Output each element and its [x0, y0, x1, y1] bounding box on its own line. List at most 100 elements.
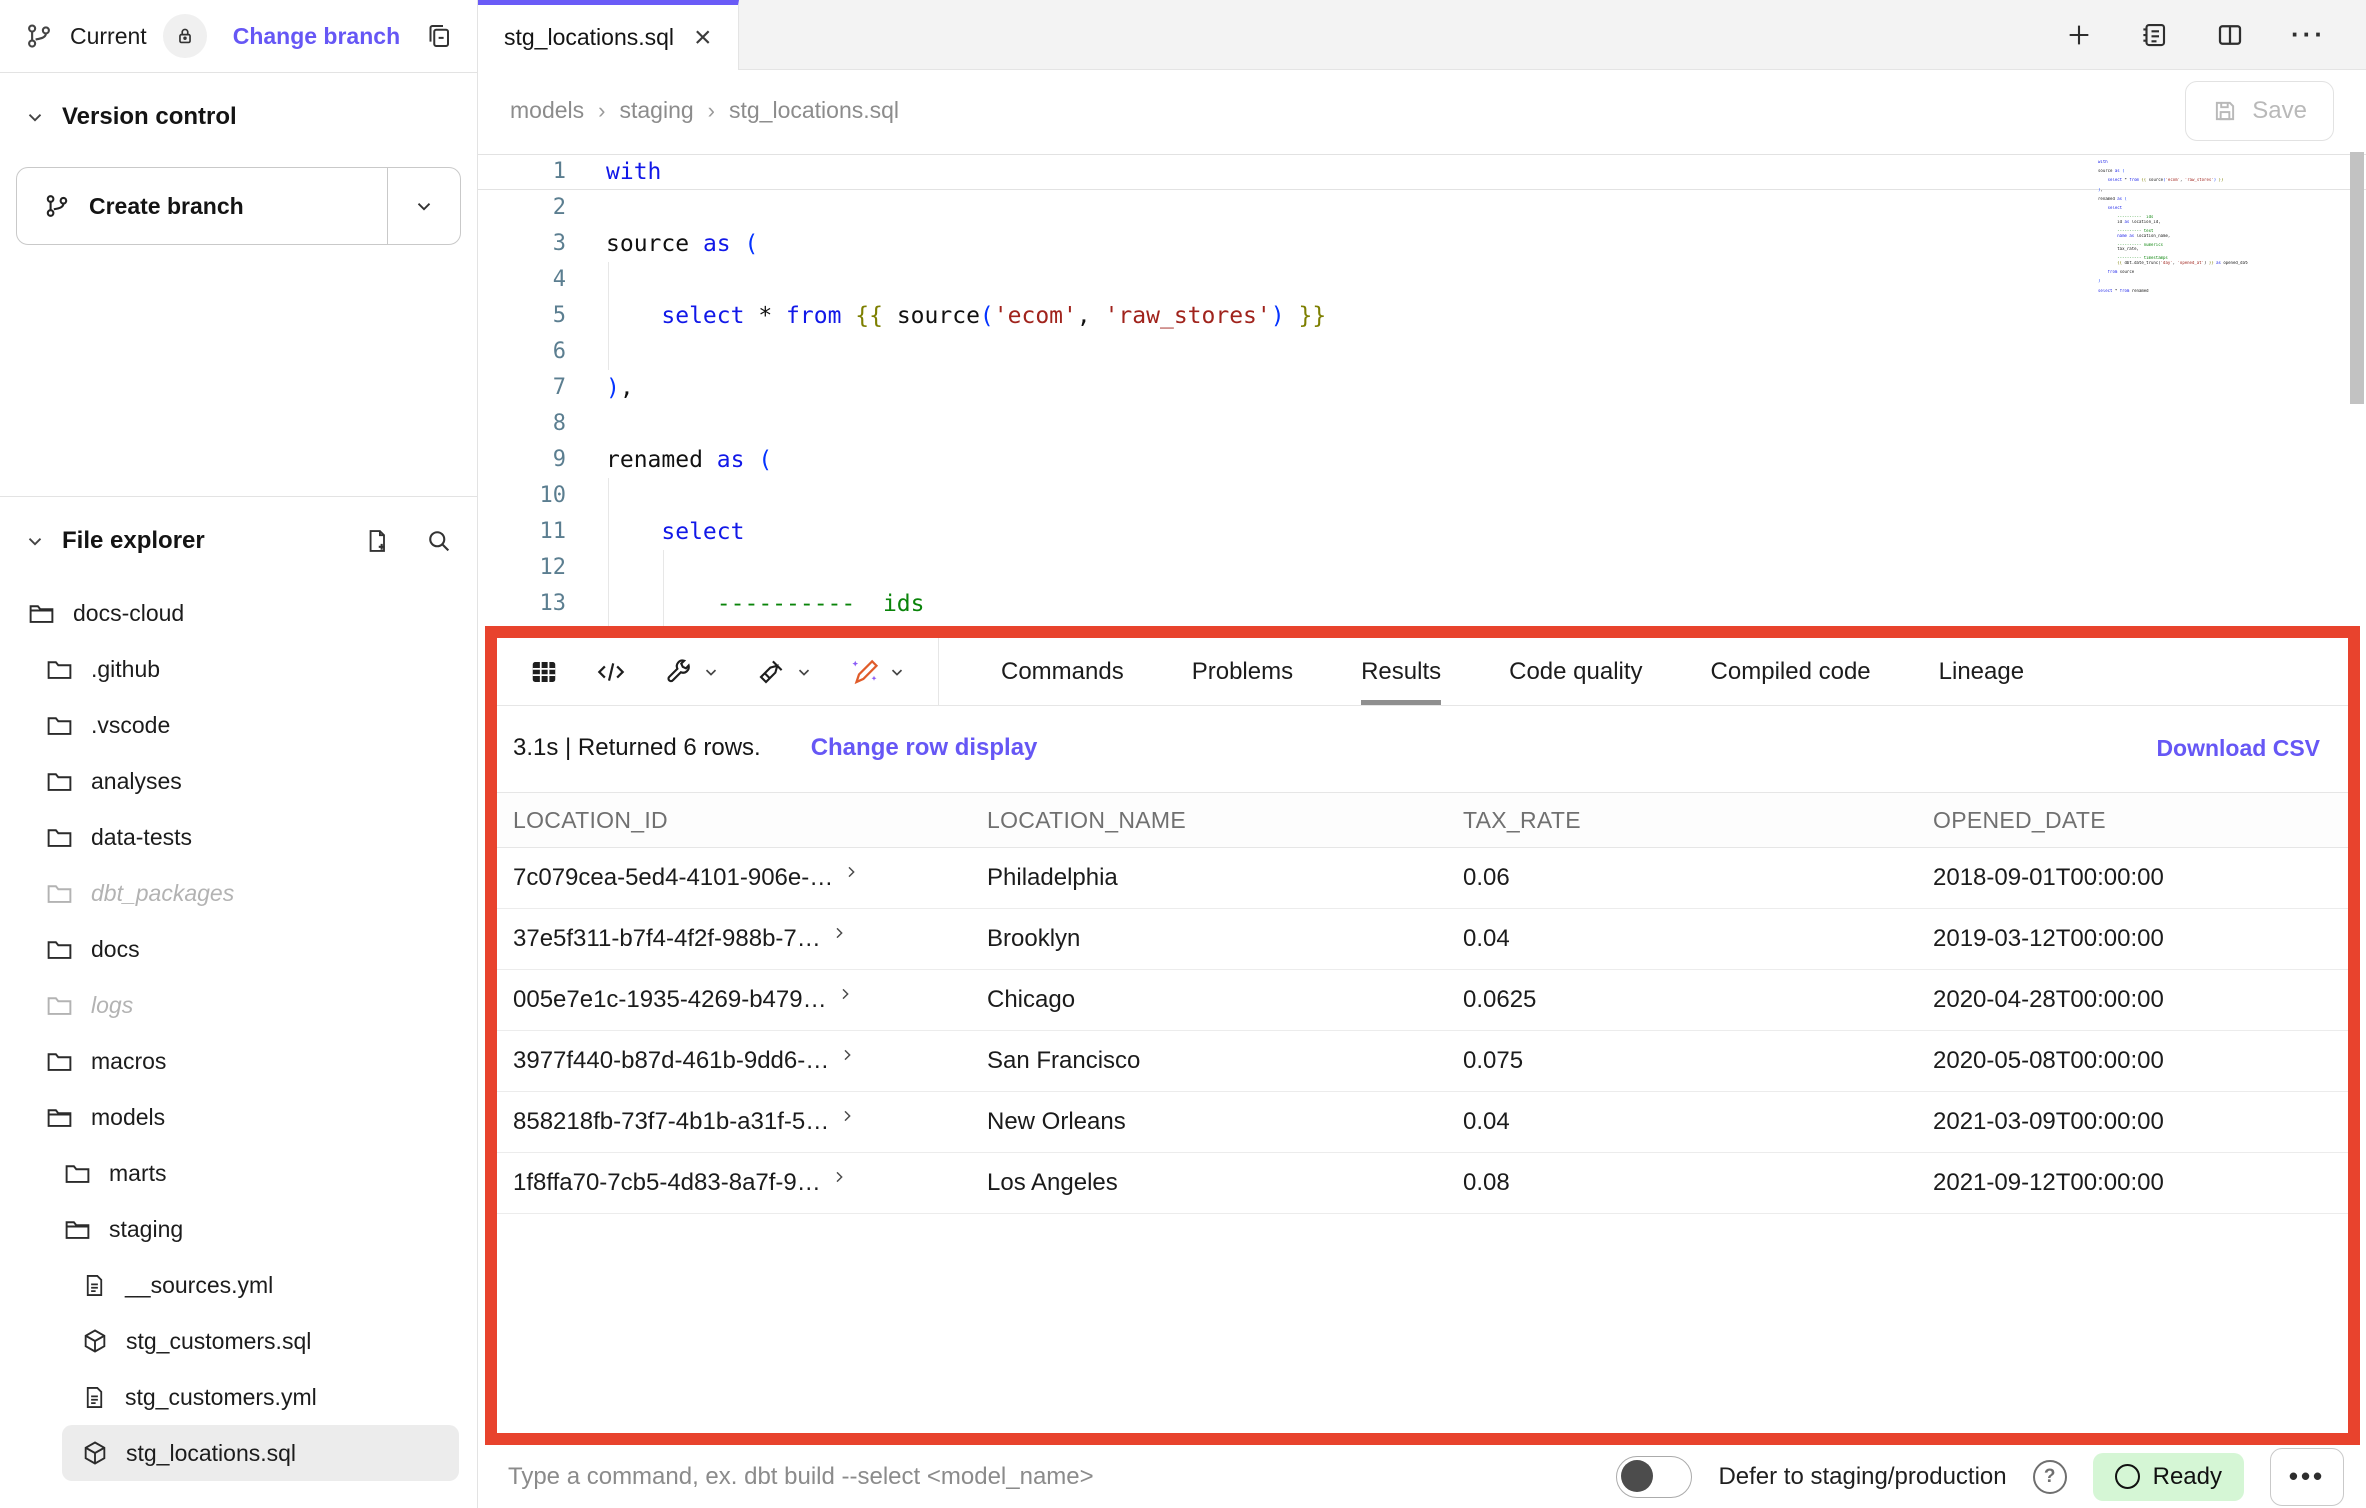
model-icon: [81, 1327, 109, 1355]
panel-tab-code-quality[interactable]: Code quality: [1509, 638, 1642, 705]
expand-cell-icon[interactable]: [837, 986, 853, 1002]
panel-tab-lineage[interactable]: Lineage: [1939, 638, 2024, 705]
split-editor-icon[interactable]: [2215, 20, 2245, 50]
save-button[interactable]: Save: [2185, 81, 2334, 141]
folder-open-icon: [27, 599, 56, 628]
line-number: 9: [478, 442, 606, 478]
cell-location-id: 1f8ffa70-7cb5-4d83-8a7f-9…: [513, 1169, 987, 1197]
help-icon[interactable]: ?: [2033, 1460, 2067, 1494]
new-tab-icon[interactable]: [2065, 21, 2093, 49]
close-icon[interactable]: ×: [694, 23, 712, 53]
file-tree-item-label: macros: [91, 1048, 166, 1075]
version-control-header[interactable]: Version control: [0, 73, 477, 131]
code-line-10[interactable]: 10: [478, 478, 2366, 514]
code-line-6[interactable]: 6: [478, 334, 2366, 370]
build-tools-dropdown[interactable]: [663, 657, 720, 687]
cell-tax-rate: 0.0625: [1463, 986, 1933, 1014]
column-header-opened_date: OPENED_DATE: [1933, 807, 2348, 834]
file-tree-item-.vscode[interactable]: .vscode: [0, 697, 477, 753]
chevron-down-icon: [413, 195, 435, 217]
new-file-icon[interactable]: [363, 527, 391, 555]
copy-files-icon[interactable]: [423, 21, 453, 51]
file-tree-item-marts[interactable]: marts: [0, 1145, 477, 1201]
cell-opened-date: 2019-03-12T00:00:00: [1933, 925, 2348, 953]
table-row[interactable]: 3977f440-b87d-461b-9dd6-…San Francisco0.…: [497, 1031, 2348, 1092]
expand-cell-icon[interactable]: [839, 1047, 855, 1063]
expand-cell-icon[interactable]: [839, 1108, 855, 1124]
create-branch-main[interactable]: Create branch: [17, 168, 387, 244]
file-tree-item-__sources.yml[interactable]: __sources.yml: [0, 1257, 477, 1313]
code-line-5[interactable]: 5 select * from {{ source('ecom', 'raw_s…: [478, 298, 2366, 334]
file-tree-item-docs-cloud[interactable]: docs-cloud: [0, 585, 477, 641]
file-tree-item-docs[interactable]: docs: [0, 921, 477, 977]
expand-cell-icon[interactable]: [831, 1169, 847, 1185]
file-tree-item-data-tests[interactable]: data-tests: [0, 809, 477, 865]
column-header-location_id: LOCATION_ID: [513, 807, 987, 834]
code-line-3[interactable]: 3source as (: [478, 226, 2366, 262]
panel-tab-commands[interactable]: Commands: [1001, 638, 1124, 705]
file-tree-item-.github[interactable]: .github: [0, 641, 477, 697]
ellipsis-icon: •••: [2289, 1461, 2325, 1492]
code-line-7[interactable]: 7),: [478, 370, 2366, 406]
chevron-down-icon[interactable]: [24, 530, 46, 552]
column-header-tax_rate: TAX_RATE: [1463, 807, 1933, 834]
more-options-icon[interactable]: ···: [2291, 19, 2326, 50]
format-dropdown[interactable]: [756, 657, 813, 687]
command-input[interactable]: [506, 1462, 1616, 1492]
changelog-icon[interactable]: [2139, 20, 2169, 50]
expand-cell-icon[interactable]: [843, 864, 859, 880]
line-content: source as (: [606, 226, 758, 262]
cell-location-id: 3977f440-b87d-461b-9dd6-…: [513, 1047, 987, 1075]
command-bar-more-button[interactable]: •••: [2270, 1448, 2344, 1506]
create-branch-dropdown[interactable]: [388, 168, 460, 244]
download-csv-link[interactable]: Download CSV: [2156, 735, 2320, 762]
file-tree-item-macros[interactable]: macros: [0, 1033, 477, 1089]
file-tree-item-dbt_packages[interactable]: dbt_packages: [0, 865, 477, 921]
code-line-13[interactable]: 13 ---------- ids: [478, 586, 2366, 622]
change-row-display-link[interactable]: Change row display: [811, 734, 1038, 762]
file-tree-item-analyses[interactable]: analyses: [0, 753, 477, 809]
editor-minimap[interactable]: withsource as ( select * from {{ source(…: [2098, 160, 2248, 293]
cell-location-name: Brooklyn: [987, 925, 1463, 953]
scrollbar-thumb[interactable]: [2350, 152, 2364, 404]
file-tree-item-stg_customers.yml[interactable]: stg_customers.yml: [0, 1369, 477, 1425]
panel-tab-results[interactable]: Results: [1361, 638, 1441, 705]
code-view-icon[interactable]: [595, 657, 627, 687]
file-tree-item-label: analyses: [91, 768, 182, 795]
expand-cell-icon[interactable]: [831, 925, 847, 941]
file-tree-item-staging[interactable]: staging: [0, 1201, 477, 1257]
code-line-12[interactable]: 12: [478, 550, 2366, 586]
search-icon[interactable]: [425, 527, 453, 555]
ai-assist-dropdown[interactable]: [849, 657, 906, 687]
code-line-9[interactable]: 9renamed as (: [478, 442, 2366, 478]
change-branch-link[interactable]: Change branch: [233, 23, 400, 50]
defer-toggle[interactable]: [1616, 1456, 1692, 1498]
code-line-8[interactable]: 8: [478, 406, 2366, 442]
line-number: 13: [478, 586, 606, 622]
table-row[interactable]: 1f8ffa70-7cb5-4d83-8a7f-9…Los Angeles0.0…: [497, 1153, 2348, 1214]
table-row[interactable]: 858218fb-73f7-4b1b-a31f-5…New Orleans0.0…: [497, 1092, 2348, 1153]
folder-icon: [45, 767, 74, 796]
results-table-header: LOCATION_IDLOCATION_NAMETAX_RATEOPENED_D…: [497, 792, 2348, 848]
table-row[interactable]: 005e7e1c-1935-4269-b479…Chicago0.0625202…: [497, 970, 2348, 1031]
folder-icon: [45, 1047, 74, 1076]
code-line-1[interactable]: 1with: [478, 154, 2366, 190]
results-info-row: 3.1s | Returned 6 rows. Change row displ…: [497, 706, 2348, 792]
code-line-11[interactable]: 11 select: [478, 514, 2366, 550]
ide-status-label: Ready: [2153, 1463, 2222, 1491]
table-row[interactable]: 37e5f311-b7f4-4f2f-988b-7…Brooklyn0.0420…: [497, 909, 2348, 970]
table-row[interactable]: 7c079cea-5ed4-4101-906e-…Philadelphia0.0…: [497, 848, 2348, 909]
file-tree-item-logs[interactable]: logs: [0, 977, 477, 1033]
code-line-2[interactable]: 2: [478, 190, 2366, 226]
file-tree-item-models[interactable]: models: [0, 1089, 477, 1145]
panel-tab-problems[interactable]: Problems: [1192, 638, 1293, 705]
tab-stg-locations-sql[interactable]: stg_locations.sql ×: [478, 0, 739, 70]
file-tree-item-stg_customers.sql[interactable]: stg_customers.sql: [0, 1313, 477, 1369]
table-view-icon[interactable]: [529, 657, 559, 687]
create-branch-button[interactable]: Create branch: [16, 167, 461, 245]
panel-tab-compiled-code[interactable]: Compiled code: [1711, 638, 1871, 705]
ide-status-badge[interactable]: Ready: [2093, 1453, 2244, 1501]
cell-opened-date: 2018-09-01T00:00:00: [1933, 864, 2348, 892]
file-tree-item-stg_locations.sql[interactable]: stg_locations.sql: [62, 1425, 459, 1481]
code-line-4[interactable]: 4: [478, 262, 2366, 298]
